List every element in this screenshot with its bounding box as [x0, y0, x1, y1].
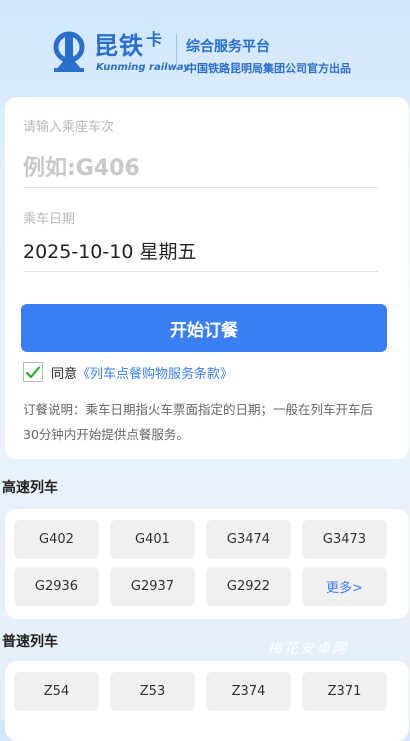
brand-name: 昆铁卡 [94, 26, 163, 61]
train-button[interactable]: G2937 [110, 567, 195, 606]
normal-train-grid: Z54 Z53 Z374 Z371 [14, 672, 387, 711]
terms-agreement: 同意 《列车点餐购物服务条款》 [23, 360, 233, 384]
agree-checkbox[interactable] [23, 362, 43, 382]
order-note: 订餐说明：乘车日期指火车票面指定的日期；一般在列车开车后30分钟内开始提供点餐服… [23, 402, 374, 442]
train-button[interactable]: G402 [14, 520, 99, 559]
platform-tagline-sub: 中国铁路昆明局集团公司官方出品 [186, 62, 351, 75]
train-button[interactable]: G401 [110, 520, 195, 559]
watermark-text: 梅花安卓网 [268, 641, 348, 657]
normal-train-card: Z54 Z53 Z374 Z371 [5, 661, 409, 741]
platform-tagline: 综合服务平台 [186, 39, 270, 55]
train-button[interactable]: Z371 [302, 672, 387, 711]
high-speed-section-title: 高速列车 [2, 480, 58, 496]
agree-text: 同意 [51, 366, 78, 382]
train-button[interactable]: G2936 [14, 567, 99, 606]
railway-logo-icon [53, 31, 85, 72]
train-button[interactable]: G2922 [206, 567, 291, 606]
train-button[interactable]: Z374 [206, 672, 291, 711]
high-speed-train-grid: G402 G401 G3474 G3473 G2936 G2937 G2922 … [14, 520, 387, 606]
train-number-input[interactable] [23, 149, 378, 188]
travel-date-picker[interactable]: 2025-10-10 星期五 [23, 233, 378, 272]
train-button[interactable]: G3474 [206, 520, 291, 559]
more-trains-button[interactable]: 更多> [302, 567, 387, 606]
start-order-button[interactable]: 开始订餐 [21, 304, 387, 352]
terms-link[interactable]: 《列车点餐购物服务条款》 [77, 363, 233, 382]
brand-name-text: 昆铁 [94, 32, 144, 60]
high-speed-train-card: G402 G401 G3474 G3473 G2936 G2937 G2922 … [5, 509, 409, 619]
normal-section-title: 普速列车 [2, 634, 58, 650]
train-number-label: 请输入乘座车次 [23, 120, 115, 135]
brand-suffix: 卡 [146, 30, 164, 49]
train-button[interactable]: Z54 [14, 672, 99, 711]
train-button[interactable]: G3473 [302, 520, 387, 559]
train-button[interactable]: Z53 [110, 672, 195, 711]
checkmark-icon [25, 366, 41, 379]
header-divider [176, 34, 177, 72]
order-form-card: 请输入乘座车次 乘车日期 2025-10-10 星期五 开始订餐 同意 《列车点… [5, 97, 409, 459]
travel-date-label: 乘车日期 [23, 212, 76, 227]
app-header: 昆铁卡 Kunming railway 综合服务平台 中国铁路昆明局集团公司官方… [0, 0, 410, 96]
